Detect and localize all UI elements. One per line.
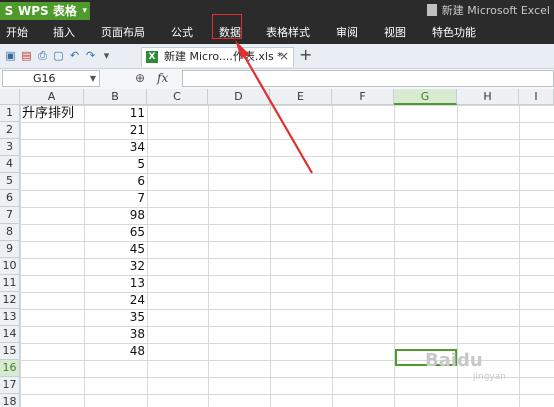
row-header[interactable]: 13	[0, 309, 20, 326]
formula-bar: G16 ▼ ⊕ fx	[0, 69, 554, 90]
column-header-h[interactable]: H	[457, 89, 519, 105]
formula-input[interactable]	[182, 70, 554, 87]
cell-b8[interactable]: 65	[85, 224, 145, 241]
column-header-c[interactable]: C	[147, 89, 208, 105]
cell-b12[interactable]: 24	[85, 292, 145, 309]
xls-file-icon: X	[146, 51, 158, 63]
cell-b3[interactable]: 34	[85, 139, 145, 156]
column-header-b[interactable]: B	[84, 89, 147, 105]
cell-b7[interactable]: 98	[85, 207, 145, 224]
undo-icon[interactable]: ↶	[68, 49, 81, 62]
cell-b14[interactable]: 38	[85, 326, 145, 343]
cell-b15[interactable]: 48	[85, 343, 145, 360]
row-header[interactable]: 12	[0, 292, 20, 309]
cell-b10[interactable]: 32	[85, 258, 145, 275]
pdf-icon[interactable]: ▤	[20, 49, 33, 62]
row-header[interactable]: 10	[0, 258, 20, 275]
new-tab-button[interactable]: +	[299, 46, 312, 64]
row-header-active[interactable]: 16	[0, 360, 20, 377]
column-header-d[interactable]: D	[208, 89, 270, 105]
menu-item-view[interactable]: 视图	[384, 22, 406, 44]
row-header[interactable]: 15	[0, 343, 20, 360]
menu-item-table-style[interactable]: 表格样式	[266, 22, 310, 44]
document-tab[interactable]: X 新建 Micro....作表.xls * ×	[141, 47, 294, 67]
title-bar: S WPS 表格 ▾ 新建 Microsoft Excel	[0, 0, 554, 22]
print-preview-icon[interactable]: ▢	[52, 49, 65, 62]
column-header-a[interactable]: A	[20, 89, 84, 105]
wps-logo-icon: S	[4, 4, 14, 18]
gridline	[208, 105, 209, 407]
cell-b9[interactable]: 45	[85, 241, 145, 258]
document-tab-label: 新建 Micro....作表.xls *	[164, 50, 283, 63]
print-icon[interactable]: ⎙	[36, 49, 49, 62]
row-header[interactable]: 4	[0, 156, 20, 173]
row-header[interactable]: 8	[0, 224, 20, 241]
row-header[interactable]: 9	[0, 241, 20, 258]
row-header[interactable]: 7	[0, 207, 20, 224]
column-header-g[interactable]: G	[394, 89, 457, 105]
row-header[interactable]: 11	[0, 275, 20, 292]
watermark-text: Baidu	[425, 350, 483, 371]
row-header[interactable]: 18	[0, 394, 20, 407]
menu-item-insert[interactable]: 插入	[53, 22, 75, 44]
menu-item-formulas[interactable]: 公式	[171, 22, 193, 44]
wps-app-menu-button[interactable]: S WPS 表格 ▾	[0, 2, 90, 20]
column-header-i[interactable]: I	[519, 89, 554, 105]
cell-b11[interactable]: 13	[85, 275, 145, 292]
select-all-corner[interactable]	[0, 89, 20, 105]
row-header[interactable]: 2	[0, 122, 20, 139]
insert-function-icon[interactable]: fx	[157, 71, 168, 86]
column-header-f[interactable]: F	[332, 89, 394, 105]
cell-b1[interactable]: 11	[85, 105, 145, 122]
cell-b5[interactable]: 6	[85, 173, 145, 190]
cell-a1[interactable]: 升序排列	[22, 105, 74, 122]
watermark-sub: jingyan	[473, 372, 506, 382]
menu-item-home[interactable]: 开始	[6, 22, 28, 44]
baidu-watermark: Baidu jingyan	[425, 350, 550, 390]
gridline	[270, 105, 271, 407]
row-header[interactable]: 1	[0, 105, 20, 122]
row-header[interactable]: 14	[0, 326, 20, 343]
cell-b13[interactable]: 35	[85, 309, 145, 326]
app-name: WPS 表格	[18, 4, 77, 18]
cell-b4[interactable]: 5	[85, 156, 145, 173]
name-box-value: G16	[33, 72, 56, 85]
row-header[interactable]: 5	[0, 173, 20, 190]
name-box[interactable]: G16 ▼	[2, 70, 100, 87]
window-title: 新建 Microsoft Excel	[426, 3, 550, 19]
chevron-down-icon[interactable]: ▼	[90, 72, 96, 86]
row-header[interactable]: 3	[0, 139, 20, 156]
customize-icon[interactable]: ▾	[100, 49, 113, 62]
gridline	[332, 105, 333, 407]
cell-b6[interactable]: 7	[85, 190, 145, 207]
menu-item-review[interactable]: 审阅	[336, 22, 358, 44]
row-header[interactable]: 17	[0, 377, 20, 394]
column-header-e[interactable]: E	[270, 89, 332, 105]
menu-bar: 开始 插入 页面布局 公式 数据 表格样式 审阅 视图 特色功能	[0, 22, 554, 44]
menu-item-features[interactable]: 特色功能	[432, 22, 476, 44]
document-icon	[426, 4, 437, 16]
row-header[interactable]: 6	[0, 190, 20, 207]
gridline	[147, 105, 148, 407]
chevron-down-icon: ▾	[82, 6, 87, 16]
redo-icon[interactable]: ↷	[84, 49, 97, 62]
cell-b2[interactable]: 21	[85, 122, 145, 139]
quick-access-toolbar: ▣ ▤ ⎙ ▢ ↶ ↷ ▾ X 新建 Micro....作表.xls * × +	[0, 44, 554, 69]
window-title-text: 新建 Microsoft Excel	[441, 4, 550, 17]
close-icon[interactable]: ×	[279, 49, 289, 63]
data-menu-highlight-box	[212, 14, 242, 39]
save-icon[interactable]: ▣	[4, 49, 17, 62]
zoom-icon[interactable]: ⊕	[135, 71, 145, 86]
menu-item-page-layout[interactable]: 页面布局	[101, 22, 145, 44]
